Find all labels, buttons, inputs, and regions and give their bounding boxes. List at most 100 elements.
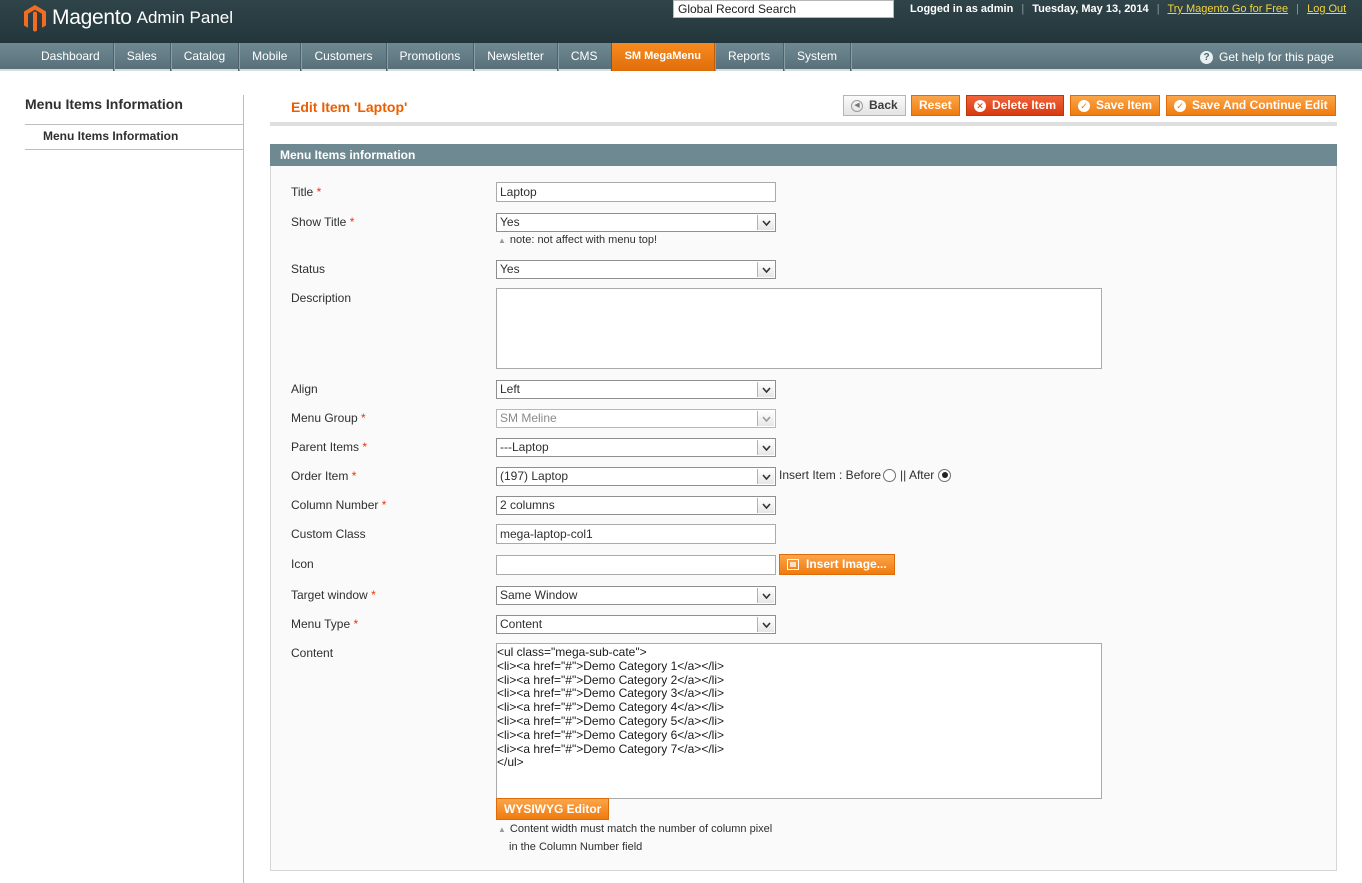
save-item-button[interactable]: ✓ Save Item: [1070, 95, 1161, 116]
nav-system[interactable]: System: [784, 43, 852, 71]
help-link[interactable]: ? Get help for this page: [1200, 43, 1334, 71]
sidebar-title: Menu Items Information: [25, 96, 183, 112]
align-select[interactable]: Left: [496, 380, 776, 399]
show-title-label: Show Title *: [291, 215, 355, 229]
required-marker: *: [381, 498, 387, 512]
insert-image-label: Insert Image...: [806, 557, 887, 571]
main-nav: Dashboard Sales Catalog Mobile Customers…: [0, 43, 1362, 71]
help-text: Get help for this page: [1219, 50, 1334, 64]
column-number-select[interactable]: 2 columns: [496, 496, 776, 515]
back-arrow-icon: ◀: [851, 99, 863, 112]
parent-items-select[interactable]: ---Laptop: [496, 438, 776, 457]
nav-items: Dashboard Sales Catalog Mobile Customers…: [28, 43, 852, 71]
insert-after-label: || After: [900, 468, 935, 482]
back-button[interactable]: ◀ Back: [843, 95, 906, 116]
nav-catalog[interactable]: Catalog: [171, 43, 240, 71]
custom-class-input[interactable]: mega-laptop-col1: [496, 524, 776, 544]
chevron-down-icon: [757, 411, 774, 426]
sidebar-divider: [25, 149, 244, 150]
sidebar-border: [243, 95, 244, 883]
target-window-label: Target window *: [291, 588, 376, 602]
header-date: Tuesday, May 13, 2014: [1032, 3, 1149, 15]
insert-position-group: Insert Item : Before || After: [779, 468, 953, 482]
content-note-line-2: in the Column Number field: [509, 841, 643, 853]
column-number-value: 2 columns: [500, 498, 555, 512]
order-item-select[interactable]: (197) Laptop: [496, 467, 776, 486]
align-label: Align: [291, 382, 318, 396]
required-marker: *: [349, 215, 355, 229]
save-and-continue-button[interactable]: ✓ Save And Continue Edit: [1166, 95, 1336, 116]
nav-reports[interactable]: Reports: [715, 43, 784, 71]
fieldset-header: Menu Items information: [270, 144, 1337, 166]
title-input[interactable]: Laptop: [496, 182, 776, 202]
nav-dashboard[interactable]: Dashboard: [28, 43, 114, 71]
check-icon: ✓: [1078, 99, 1090, 112]
sidebar-divider: [25, 124, 244, 125]
status-select[interactable]: Yes: [496, 260, 776, 279]
column-number-label: Column Number *: [291, 498, 387, 512]
page-title: Edit Item 'Laptop': [291, 99, 408, 115]
title-label: Title *: [291, 185, 322, 199]
save-item-label: Save Item: [1096, 98, 1153, 112]
save-and-continue-label: Save And Continue Edit: [1192, 98, 1328, 112]
status-label: Status: [291, 262, 326, 276]
menu-type-value: Content: [500, 617, 543, 631]
nav-promotions[interactable]: Promotions: [387, 43, 475, 71]
menu-group-select: SM Meline: [496, 409, 776, 428]
icon-label: Icon: [291, 557, 314, 571]
wysiwyg-editor-button[interactable]: WYSIWYG Editor: [496, 798, 610, 820]
content-textarea-value: <ul class="mega-sub-cate"> <li><a href="…: [497, 645, 724, 770]
chevron-down-icon: [757, 498, 774, 513]
description-label: Description: [291, 291, 352, 305]
menu-type-label: Menu Type *: [291, 617, 359, 631]
chevron-down-icon: [757, 588, 774, 603]
insert-before-radio[interactable]: [883, 468, 897, 482]
description-textarea[interactable]: [496, 288, 1102, 369]
logout-link[interactable]: Log Out: [1307, 3, 1346, 15]
note-triangle-icon: ▲: [498, 236, 506, 245]
delete-item-label: Delete Item: [992, 98, 1057, 112]
required-marker: *: [361, 411, 366, 425]
nav-sales[interactable]: Sales: [114, 43, 171, 71]
sidebar-tab-menu-items-information[interactable]: Menu Items Information: [43, 129, 178, 143]
chevron-down-icon: [757, 617, 774, 632]
title-divider: [270, 122, 1337, 126]
required-marker: *: [316, 185, 322, 199]
required-marker: *: [353, 617, 359, 631]
try-magento-go-link[interactable]: Try Magento Go for Free: [1167, 3, 1288, 15]
align-value: Left: [500, 382, 521, 396]
show-title-select[interactable]: Yes: [496, 213, 776, 232]
global-search-input[interactable]: Global Record Search: [673, 0, 894, 18]
target-window-select[interactable]: Same Window: [496, 586, 776, 605]
nav-sm-megamenu[interactable]: SM MegaMenu: [611, 43, 715, 71]
note-triangle-icon: ▲: [498, 825, 506, 834]
check-icon: ✓: [1174, 99, 1186, 112]
order-item-value: (197) Laptop: [500, 469, 569, 483]
magento-logo[interactable]: Magento Admin Panel: [24, 2, 233, 34]
reset-button-label: Reset: [919, 98, 952, 112]
image-icon: [787, 559, 799, 570]
insert-image-button[interactable]: Insert Image...: [779, 554, 895, 575]
nav-customers[interactable]: Customers: [301, 43, 387, 71]
custom-class-label: Custom Class: [291, 527, 366, 541]
radio-selected-dot: [941, 472, 948, 478]
delete-item-button[interactable]: ✕ Delete Item: [966, 95, 1065, 116]
logged-in-text: Logged in as admin: [910, 3, 1014, 15]
nav-cms[interactable]: CMS: [558, 43, 612, 71]
required-marker: *: [362, 440, 368, 454]
insert-after-radio[interactable]: [938, 468, 952, 482]
menu-type-select[interactable]: Content: [496, 615, 776, 634]
insert-item-label: Insert Item : Before: [779, 468, 882, 482]
target-window-value: Same Window: [500, 588, 578, 602]
header-divider: |: [1296, 3, 1300, 15]
reset-button[interactable]: Reset: [911, 95, 960, 116]
icon-input[interactable]: [496, 555, 776, 575]
header-user-info: Logged in as admin | Tuesday, May 13, 20…: [910, 3, 1346, 15]
nav-newsletter[interactable]: Newsletter: [474, 43, 558, 71]
chevron-down-icon: [757, 469, 774, 484]
menu-group-value: SM Meline: [500, 411, 557, 425]
show-title-value: Yes: [500, 215, 520, 229]
nav-mobile[interactable]: Mobile: [239, 43, 302, 71]
header: Magento Admin Panel Global Record Search…: [0, 0, 1362, 43]
required-marker: *: [371, 588, 376, 602]
